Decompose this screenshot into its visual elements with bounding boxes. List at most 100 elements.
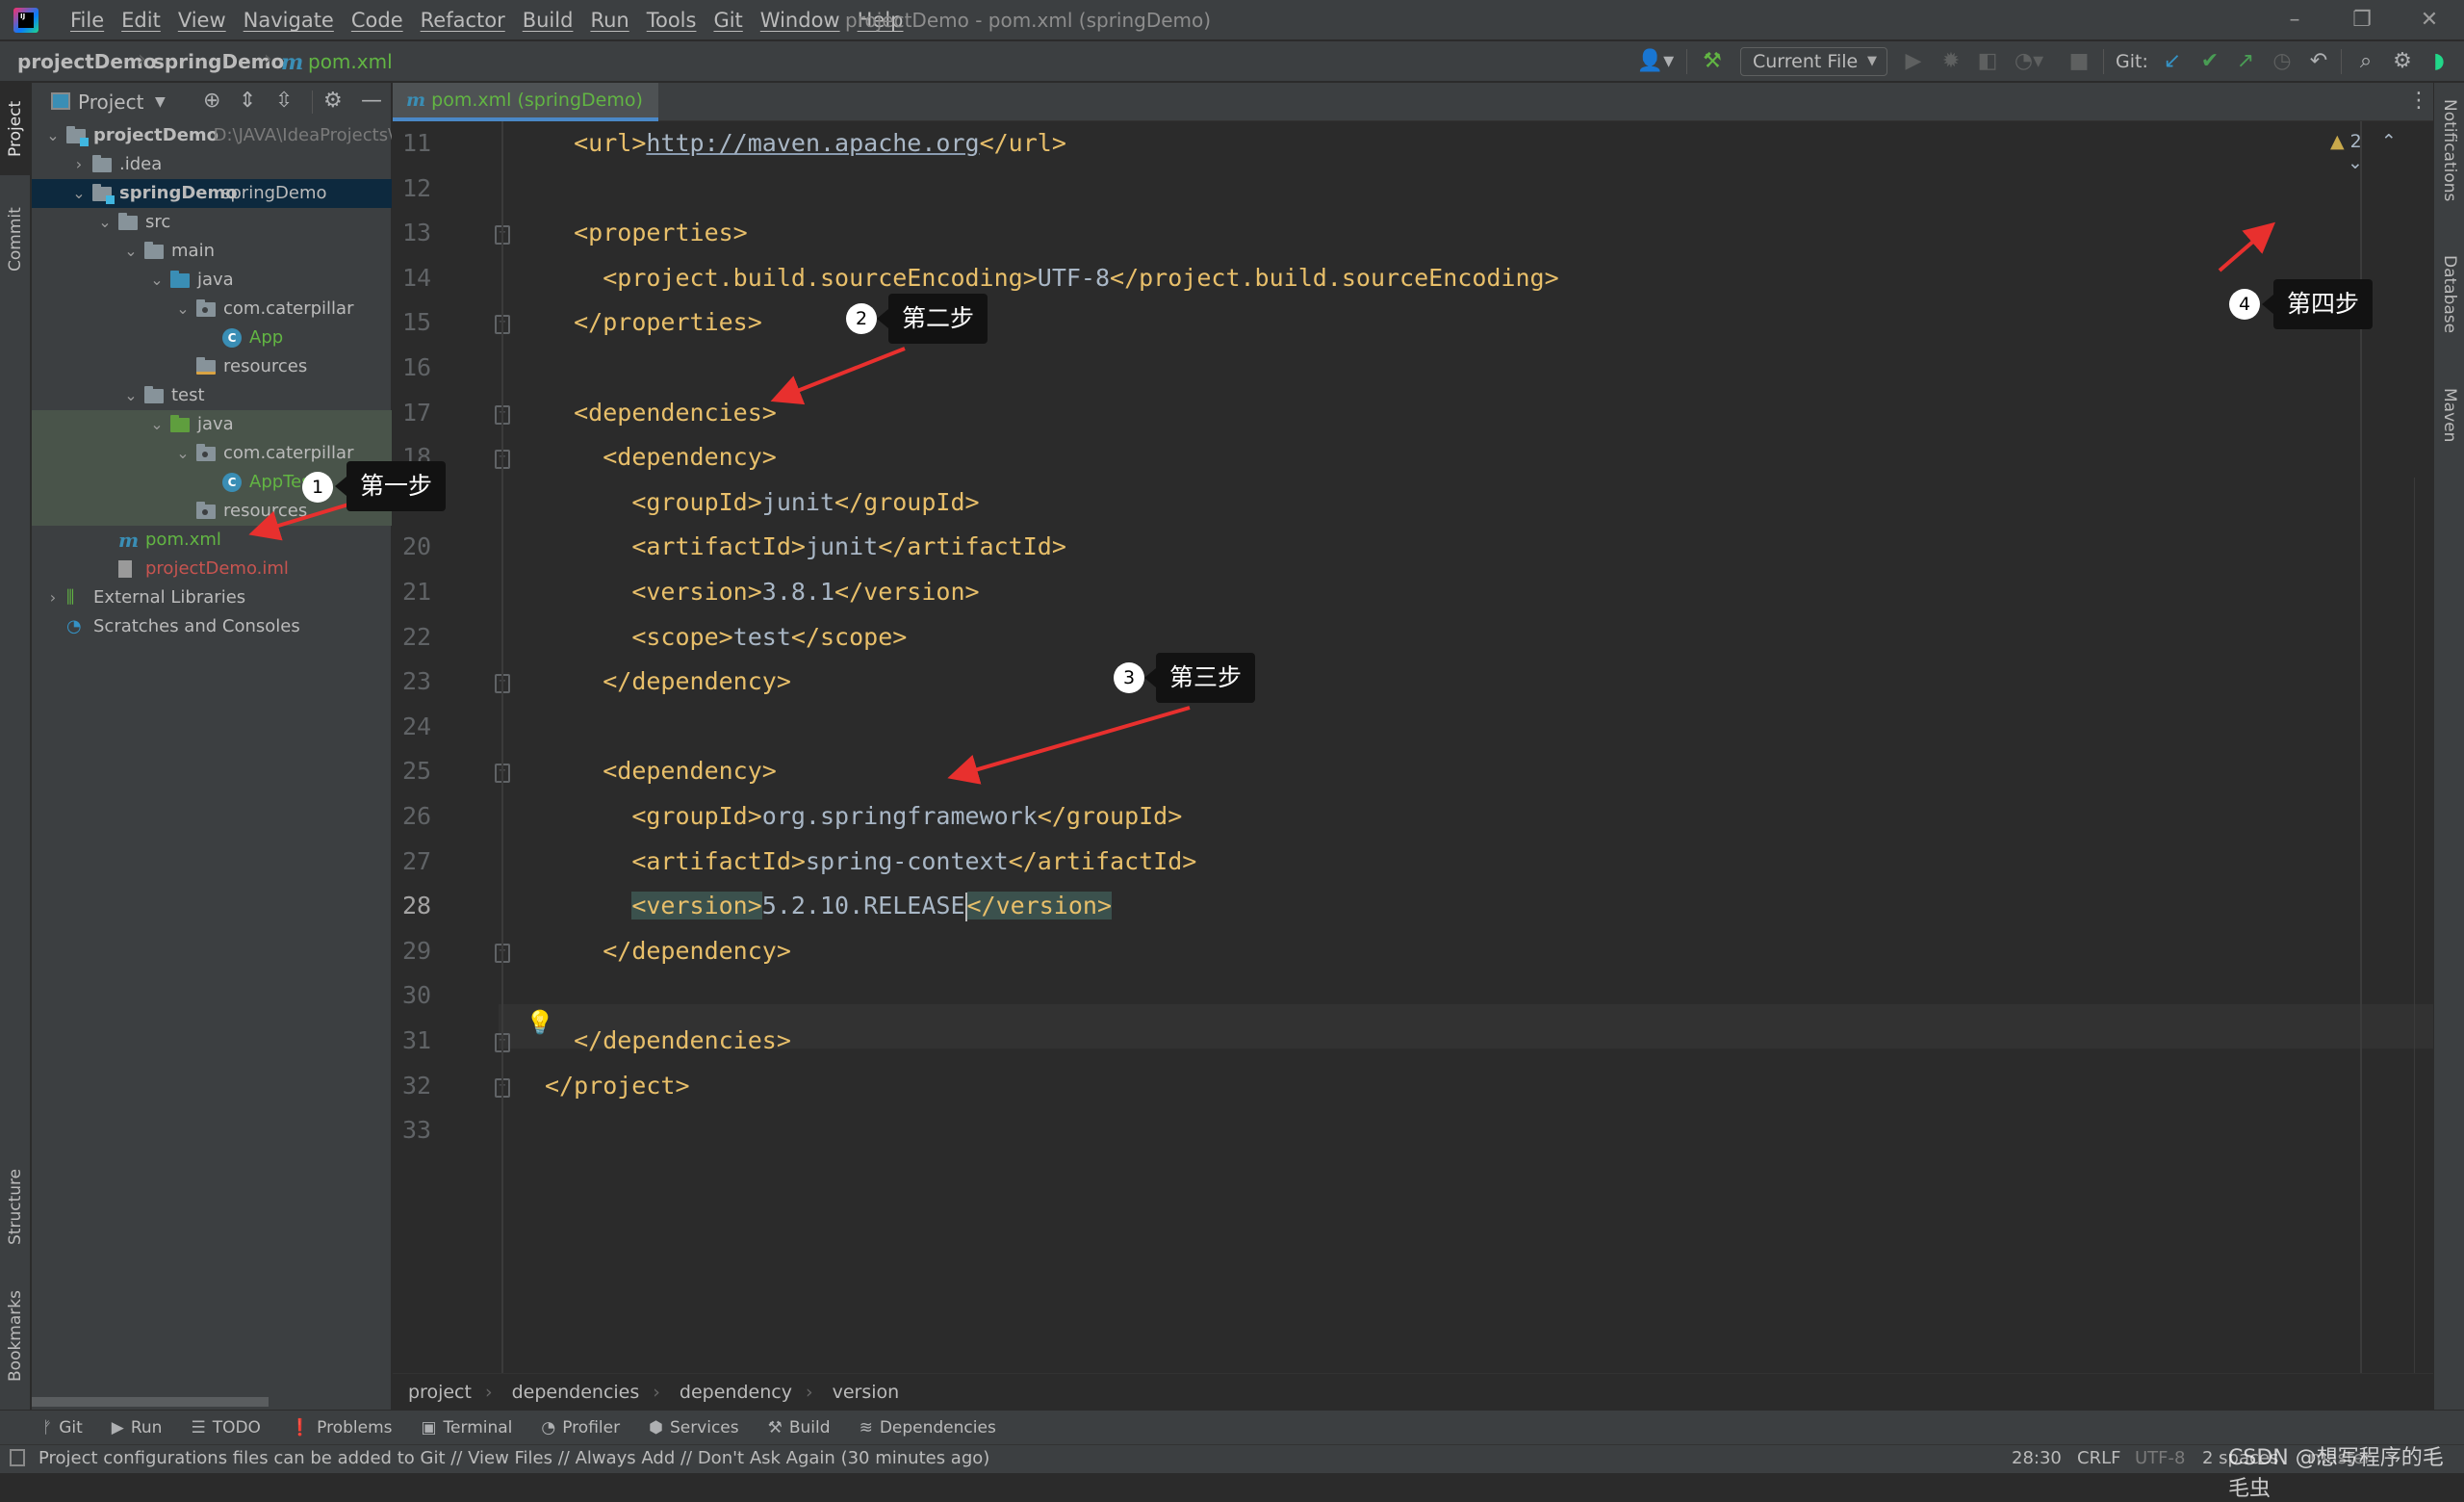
nav-crumb-project[interactable]: projectDemo	[17, 50, 157, 73]
tree-item-com-caterpillar[interactable]: ⌄ com.caterpillar	[32, 295, 392, 324]
tree-item--idea[interactable]: › .idea	[32, 150, 392, 179]
xml-crumb-dependency[interactable]: dependency	[680, 1382, 792, 1403]
code-line[interactable]: </project>	[545, 1064, 690, 1108]
chevron-down-icon[interactable]: ▼	[155, 94, 166, 110]
tree-item-external-libraries[interactable]: › ⫼ External Libraries	[32, 583, 392, 612]
close-window-button[interactable]: ✕	[2400, 4, 2458, 37]
tool-tab-bookmarks[interactable]: Bookmarks	[0, 1279, 31, 1394]
tree-item-projectdemo[interactable]: ⌄ projectDemo D:\JAVA\IdeaProjects\	[32, 121, 392, 150]
tool-window-git[interactable]: ᚠ Git	[42, 1418, 83, 1437]
tree-item-projectdemo-iml[interactable]: projectDemo.iml	[32, 555, 392, 583]
tree-item-app[interactable]: C App	[32, 324, 392, 352]
event-log-icon[interactable]	[10, 1449, 25, 1466]
tree-item-java[interactable]: ⌄ java	[32, 410, 392, 439]
line-separator[interactable]: CRLF	[2077, 1445, 2120, 1472]
more-options-icon[interactable]: ⋮	[2408, 89, 2429, 113]
tree-item-main[interactable]: ⌄ main	[32, 237, 392, 266]
chevron-down-icon[interactable]: ⌄	[71, 179, 87, 208]
tree-item-resources[interactable]: resources	[32, 352, 392, 381]
chevron-right-icon[interactable]: ›	[45, 583, 61, 612]
debug-icon[interactable]: ✹	[1938, 49, 1964, 74]
code-line[interactable]: <project.build.sourceEncoding>UTF-8</pro…	[545, 256, 1558, 300]
chevron-down-icon[interactable]: ⌄	[45, 121, 61, 150]
tree-item-pom-xml[interactable]: m pom.xml	[32, 526, 392, 555]
git-commit-icon[interactable]: ✔	[2197, 49, 2222, 74]
chevron-down-icon[interactable]: ⌄	[175, 439, 191, 468]
chevron-down-icon[interactable]: ⌄	[123, 237, 139, 266]
menu-git[interactable]: Git	[705, 9, 751, 32]
vcs-user-icon[interactable]: 👤▾	[1636, 49, 1675, 74]
code-line[interactable]: <dependencies>	[545, 391, 777, 435]
previous-highlight-icon[interactable]: ⌃	[2381, 131, 2397, 152]
menu-code[interactable]: Code	[343, 9, 412, 32]
tool-tab-project[interactable]: Project	[0, 83, 31, 175]
tool-window-todo[interactable]: ☰ TODO	[191, 1418, 261, 1437]
menu-navigate[interactable]: Navigate	[235, 9, 343, 32]
warnings-indicator[interactable]: ▲ 2 ⌃ ⌄	[2330, 131, 2433, 173]
menu-tools[interactable]: Tools	[638, 9, 706, 32]
chevron-right-icon[interactable]: ›	[71, 150, 87, 179]
menu-file[interactable]: File	[62, 9, 113, 32]
tree-item-java[interactable]: ⌄ java	[32, 266, 392, 295]
project-view-select[interactable]: Project	[78, 91, 143, 114]
code-line[interactable]: <dependency>	[545, 435, 777, 479]
xml-crumb-version[interactable]: version	[833, 1382, 900, 1403]
run-config-select[interactable]: Current File ▼	[1740, 47, 1887, 76]
status-message[interactable]: Project configurations files can be adde…	[38, 1445, 989, 1472]
horizontal-scrollbar[interactable]	[32, 1397, 269, 1407]
tool-window-profiler[interactable]: ◔ Profiler	[541, 1418, 620, 1437]
caret-position[interactable]: 28:30	[2012, 1445, 2062, 1472]
tool-tab-commit[interactable]: Commit	[0, 187, 31, 293]
chevron-down-icon[interactable]: ⌄	[97, 208, 113, 237]
search-icon[interactable]: ⌕	[2352, 49, 2379, 74]
menu-view[interactable]: View	[169, 9, 235, 32]
rollback-icon[interactable]: ↶	[2306, 49, 2331, 74]
chevron-down-icon[interactable]: ⌄	[149, 410, 165, 439]
run-icon[interactable]: ▶	[1902, 49, 1925, 74]
code-line[interactable]: <artifactId>junit</artifactId>	[545, 525, 1066, 569]
code-line[interactable]: <version>3.8.1</version>	[545, 570, 979, 614]
tree-item-com-caterpillar[interactable]: ⌄ com.caterpillar	[32, 439, 392, 468]
profile-icon[interactable]: ◔▾	[2010, 49, 2048, 74]
tool-window-services[interactable]: ⬢ Services	[649, 1418, 739, 1437]
intention-bulb-icon[interactable]: 💡	[526, 1009, 554, 1036]
tool-window-build[interactable]: ⚒ Build	[768, 1418, 831, 1437]
chevron-down-icon[interactable]: ⌄	[123, 381, 139, 410]
code-line[interactable]: </dependency>	[545, 660, 791, 704]
code-line[interactable]: </properties>	[545, 300, 762, 345]
tree-item-springdemo[interactable]: ⌄ springDemo springDemo	[32, 179, 392, 208]
tree-item-resources[interactable]: resources	[32, 497, 392, 526]
tree-item-test[interactable]: ⌄ test	[32, 381, 392, 410]
file-encoding[interactable]: UTF-8	[2135, 1445, 2185, 1472]
collapse-all-icon[interactable]: ⇳	[275, 89, 293, 113]
xml-crumb-project[interactable]: project	[408, 1382, 472, 1403]
code-line[interactable]: <scope>test</scope>	[545, 615, 907, 660]
menu-refactor[interactable]: Refactor	[412, 9, 514, 32]
restore-button[interactable]: ❐	[2333, 4, 2391, 37]
code-editor[interactable]: 111213−1415−1617−18−1920212223−2425−2627…	[393, 121, 2433, 1373]
locate-file-icon[interactable]: ⊕	[203, 89, 220, 113]
menu-window[interactable]: Window	[752, 9, 849, 32]
code-line[interactable]: <dependency>	[545, 749, 777, 793]
code-line[interactable]: <url>http://maven.apache.org</url>	[545, 121, 1066, 166]
nav-crumb-file[interactable]: pom.xml	[308, 50, 393, 73]
git-push-icon[interactable]: ↗	[2233, 49, 2258, 74]
xml-crumb-dependencies[interactable]: dependencies	[512, 1382, 640, 1403]
code-line[interactable]: <properties>	[545, 211, 748, 255]
vertical-scrollbar[interactable]	[2414, 478, 2427, 1373]
coverage-icon[interactable]: ◧	[1975, 49, 2000, 74]
settings-gear-icon[interactable]: ⚙	[2389, 49, 2416, 74]
menu-build[interactable]: Build	[514, 9, 582, 32]
tool-window-terminal[interactable]: ▣ Terminal	[421, 1418, 512, 1437]
jetbrains-toolbox-icon[interactable]: ◗	[2426, 49, 2452, 74]
settings-gear-icon[interactable]: ⚙	[323, 89, 343, 113]
hide-panel-icon[interactable]: —	[361, 89, 382, 113]
tool-tab-notifications[interactable]: Notifications	[2434, 83, 2464, 218]
tool-window-run[interactable]: ▶ Run	[112, 1418, 163, 1437]
git-history-icon[interactable]: ◷	[2270, 49, 2295, 74]
chevron-down-icon[interactable]: ⌄	[149, 266, 165, 295]
minimize-button[interactable]: –	[2266, 4, 2323, 37]
menu-run[interactable]: Run	[581, 9, 637, 32]
code-line[interactable]: <groupId>org.springframework</groupId>	[545, 794, 1182, 839]
url-link[interactable]: http://maven.apache.org	[646, 129, 979, 157]
